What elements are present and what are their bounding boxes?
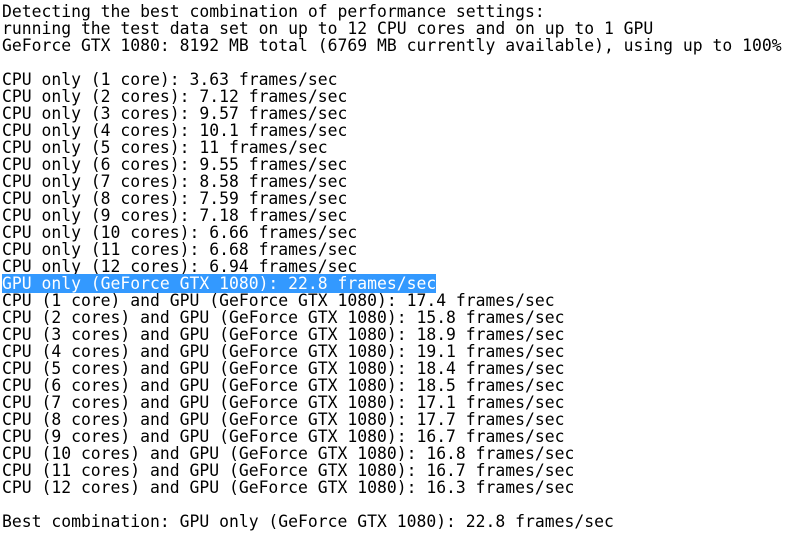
console-line: CPU (10 cores) and GPU (GeForce GTX 1080…	[2, 445, 782, 462]
console-line: CPU only (1 core): 3.63 frames/sec	[2, 71, 782, 88]
console-line: CPU only (11 cores): 6.68 frames/sec	[2, 241, 782, 258]
console-line: CPU only (5 cores): 11 frames/sec	[2, 139, 782, 156]
console-output[interactable]: Detecting the best combination of perfor…	[2, 3, 782, 530]
console-line: CPU only (8 cores): 7.59 frames/sec	[2, 190, 782, 207]
console-line: CPU only (3 cores): 9.57 frames/sec	[2, 105, 782, 122]
console-line: CPU (9 cores) and GPU (GeForce GTX 1080)…	[2, 428, 782, 445]
console-line: running the test data set on up to 12 CP…	[2, 20, 782, 37]
console-line: GPU only (GeForce GTX 1080): 22.8 frames…	[2, 274, 782, 293]
console-line: CPU only (2 cores): 7.12 frames/sec	[2, 88, 782, 105]
console-line: CPU (11 cores) and GPU (GeForce GTX 1080…	[2, 462, 782, 479]
console-line: CPU only (4 cores): 10.1 frames/sec	[2, 122, 782, 139]
console-line: GeForce GTX 1080: 8192 MB total (6769 MB…	[2, 37, 782, 54]
console-line-text: Best combination: GPU only (GeForce GTX …	[2, 512, 614, 531]
console-line: CPU (3 cores) and GPU (GeForce GTX 1080)…	[2, 326, 782, 343]
console-line: CPU (12 cores) and GPU (GeForce GTX 1080…	[2, 479, 782, 496]
console-line: CPU only (6 cores): 9.55 frames/sec	[2, 156, 782, 173]
console-line: CPU (7 cores) and GPU (GeForce GTX 1080)…	[2, 394, 782, 411]
console-line: CPU only (9 cores): 7.18 frames/sec	[2, 207, 782, 224]
console-line: CPU only (7 cores): 8.58 frames/sec	[2, 173, 782, 190]
console-line: CPU (1 core) and GPU (GeForce GTX 1080):…	[2, 292, 782, 309]
console-line-text: GeForce GTX 1080: 8192 MB total (6769 MB…	[2, 36, 782, 55]
console-line: Detecting the best combination of perfor…	[2, 3, 782, 20]
console-line: CPU (8 cores) and GPU (GeForce GTX 1080)…	[2, 411, 782, 428]
console-line: Best combination: GPU only (GeForce GTX …	[2, 513, 782, 530]
console-line: CPU (5 cores) and GPU (GeForce GTX 1080)…	[2, 360, 782, 377]
console-line: CPU (6 cores) and GPU (GeForce GTX 1080)…	[2, 377, 782, 394]
console-line-text: CPU (12 cores) and GPU (GeForce GTX 1080…	[2, 478, 575, 497]
console-line: CPU (2 cores) and GPU (GeForce GTX 1080)…	[2, 309, 782, 326]
console-line: CPU only (10 cores): 6.66 frames/sec	[2, 224, 782, 241]
console-line: CPU (4 cores) and GPU (GeForce GTX 1080)…	[2, 343, 782, 360]
console-line: CPU only (12 cores): 6.94 frames/sec	[2, 258, 782, 275]
